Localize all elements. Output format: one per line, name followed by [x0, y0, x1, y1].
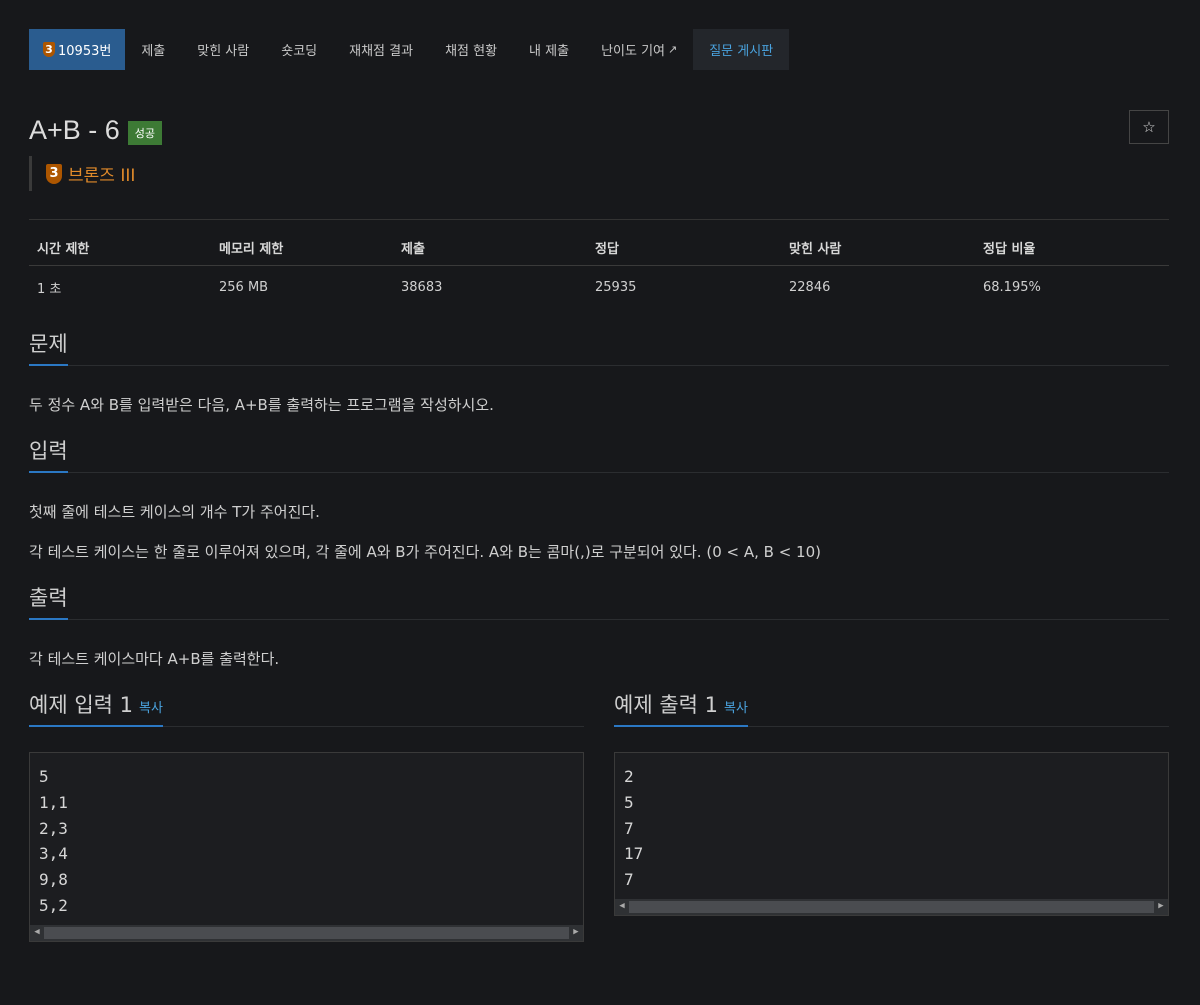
sample-input-box[interactable]: 5 1,1 2,3 3,4 9,8 5,2 ◀ ▶: [29, 752, 584, 942]
table-header-row: 시간 제한 메모리 제한 제출 정답 맞힌 사람 정답 비율: [29, 238, 1169, 266]
code-line: 7: [624, 818, 634, 838]
tab-label: 난이도 기여: [601, 44, 665, 59]
time-limit-value: 1 초: [37, 282, 62, 297]
scrollbar-thumb[interactable]: [629, 900, 1154, 913]
accept-ratio-value: 68.195%: [983, 280, 1041, 295]
horizontal-scrollbar[interactable]: ◀ ▶: [30, 924, 583, 941]
copy-input-link[interactable]: 복사: [139, 701, 163, 716]
section-header: 예제 입력 1 복사: [29, 688, 584, 727]
header-time-limit: 시간 제한: [29, 238, 211, 266]
problem-title: A+B - 6: [29, 114, 120, 145]
section-body: 두 정수 A와 B를 입력받은 다음, A+B를 출력하는 프로그램을 작성하시…: [29, 396, 1169, 414]
header-memory-limit: 메모리 제한: [211, 238, 393, 266]
code-line: 5: [39, 767, 49, 786]
tab-question-board[interactable]: 질문 게시판: [693, 29, 790, 70]
favorite-star-button[interactable]: ☆: [1129, 110, 1169, 144]
tab-solvers[interactable]: 맞힌 사람: [181, 29, 265, 70]
input-section: 입력 첫째 줄에 테스트 케이스의 개수 T가 주어진다. 각 테스트 케이스는…: [29, 434, 1169, 561]
code-line: 5: [624, 792, 634, 812]
header-accept-ratio: 정답 비율: [975, 238, 1169, 266]
bronze-tier-icon: 3: [43, 42, 55, 57]
table-row: 1 초 256 MB 38683 25935 22846 68.195%: [29, 266, 1169, 310]
sample-output: 예제 출력 1 복사 2 5 7 17 7 ◀ ▶: [614, 688, 1169, 942]
horizontal-scrollbar[interactable]: ◀ ▶: [615, 898, 1168, 915]
tab-short-coding[interactable]: 숏코딩: [265, 29, 333, 70]
description-section: 문제 두 정수 A와 B를 입력받은 다음, A+B를 출력하는 프로그램을 작…: [29, 327, 1169, 414]
problem-description: 두 정수 A와 B를 입력받은 다음, A+B를 출력하는 프로그램을 작성하시…: [29, 396, 494, 414]
problem-header: A+B - 6 성공 ☆: [29, 110, 1169, 148]
problem-tier: 3 브론즈 III: [29, 156, 1169, 191]
code-line: 2: [624, 767, 634, 786]
tab-difficulty-contribution[interactable]: 난이도 기여 ↗: [585, 29, 693, 70]
tab-rejudge-results[interactable]: 재채점 결과: [333, 29, 429, 70]
sample-input: 예제 입력 1 복사 5 1,1 2,3 3,4 9,8 5,2 ◀ ▶: [29, 688, 584, 942]
code-line: 5,2: [39, 895, 68, 915]
section-body: 첫째 줄에 테스트 케이스의 개수 T가 주어진다. 각 테스트 케이스는 한 …: [29, 503, 1169, 561]
section-header: 입력: [29, 434, 1169, 473]
code-line: 3,4: [39, 844, 68, 864]
tab-problem[interactable]: 3 10953번: [29, 29, 126, 70]
section-title: 예제 출력 1 복사: [614, 689, 748, 727]
scroll-left-icon[interactable]: ◀: [31, 925, 43, 941]
output-section: 출력 각 테스트 케이스마다 A+B를 출력한다.: [29, 581, 1169, 668]
section-header: 문제: [29, 327, 1169, 366]
code-line: 9,8: [39, 870, 68, 890]
code-line: 17: [624, 844, 644, 864]
scroll-left-icon[interactable]: ◀: [616, 899, 628, 915]
submissions-value: 38683: [401, 280, 443, 295]
header-submissions: 제출: [393, 238, 587, 266]
tab-label: 10953번: [58, 44, 112, 59]
section-header: 출력: [29, 581, 1169, 620]
status-badge: 성공: [127, 121, 163, 145]
external-link-icon: ↗: [668, 43, 678, 56]
tab-submit[interactable]: 제출: [125, 29, 181, 70]
input-description: 첫째 줄에 테스트 케이스의 개수 T가 주어진다.: [29, 503, 320, 521]
header-accepted: 정답: [587, 238, 781, 266]
problem-info-table: 시간 제한 메모리 제한 제출 정답 맞힌 사람 정답 비율 1 초 256 M…: [29, 238, 1169, 309]
divider: [29, 219, 1169, 220]
code-line: 7: [624, 870, 634, 890]
tier-label[interactable]: 브론즈 III: [68, 161, 135, 186]
star-icon: ☆: [1142, 118, 1156, 136]
memory-limit-value: 256 MB: [219, 280, 269, 295]
scroll-right-icon[interactable]: ▶: [1155, 899, 1167, 915]
sample-io: 예제 입력 1 복사 5 1,1 2,3 3,4 9,8 5,2 ◀ ▶ 예제 …: [29, 688, 1169, 942]
header-solvers: 맞힌 사람: [781, 238, 975, 266]
code-line: 1,1: [39, 792, 68, 812]
sample-input-title: 예제 입력 1: [29, 693, 133, 717]
problem-tabs: 3 10953번 제출 맞힌 사람 숏코딩 재채점 결과 채점 현황 내 제출 …: [29, 29, 1169, 70]
problem-page: 3 10953번 제출 맞힌 사람 숏코딩 재채점 결과 채점 현황 내 제출 …: [29, 29, 1169, 942]
output-description: 각 테스트 케이스마다 A+B를 출력한다.: [29, 650, 280, 668]
tab-my-submissions[interactable]: 내 제출: [513, 29, 585, 70]
section-title: 출력: [29, 582, 68, 620]
input-description: 각 테스트 케이스는 한 줄로 이루어져 있으며, 각 줄에 A와 B가 주어진…: [29, 543, 821, 561]
accepted-value: 25935: [595, 280, 637, 295]
scrollbar-thumb[interactable]: [44, 926, 569, 939]
bronze-tier-icon: 3: [46, 163, 62, 184]
copy-output-link[interactable]: 복사: [724, 701, 748, 716]
section-title: 예제 입력 1 복사: [29, 689, 163, 727]
section-body: 각 테스트 케이스마다 A+B를 출력한다.: [29, 650, 1169, 668]
section-header: 예제 출력 1 복사: [614, 688, 1169, 727]
solvers-value: 22846: [789, 280, 831, 295]
sample-output-box[interactable]: 2 5 7 17 7 ◀ ▶: [614, 752, 1169, 916]
scroll-right-icon[interactable]: ▶: [570, 925, 582, 941]
section-title: 입력: [29, 435, 68, 473]
sample-output-title: 예제 출력 1: [614, 693, 718, 717]
tab-judge-status[interactable]: 채점 현황: [429, 29, 513, 70]
code-line: 2,3: [39, 818, 68, 838]
section-title: 문제: [29, 328, 68, 366]
